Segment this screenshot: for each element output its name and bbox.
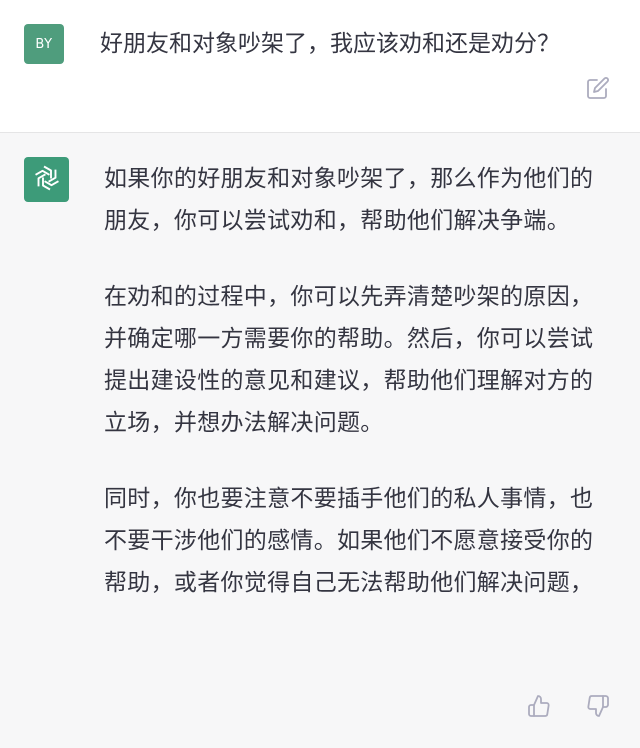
- user-message-row: BY 好朋友和对象吵架了，我应该劝和还是劝分？: [0, 0, 640, 133]
- assistant-paragraph: 同时，你也要注意不要插手他们的私人事情，也不要干涉他们的感情。如果他们不愿意接受…: [104, 486, 594, 596]
- assistant-avatar: [24, 157, 69, 202]
- thumbs-up-button[interactable]: [524, 693, 554, 723]
- thumbs-up-icon: [527, 694, 551, 722]
- assistant-paragraph: 在劝和的过程中，你可以先弄清楚吵架的原因，并确定哪一方需要你的帮助。然后，你可以…: [104, 284, 594, 436]
- thumbs-down-icon: [586, 694, 610, 722]
- assistant-paragraph: 如果你的好朋友和对象吵架了，那么作为他们的朋友，你可以尝试劝和，帮助他们解决争端…: [104, 166, 594, 234]
- user-message-text: 好朋友和对象吵架了，我应该劝和还是劝分？: [100, 31, 560, 57]
- edit-message-button[interactable]: [584, 76, 612, 104]
- openai-logo-icon: [32, 163, 62, 197]
- assistant-message-text: 如果你的好朋友和对象吵架了，那么作为他们的朋友，你可以尝试劝和，帮助他们解决争端…: [104, 158, 604, 638]
- assistant-message-row: 如果你的好朋友和对象吵架了，那么作为他们的朋友，你可以尝试劝和，帮助他们解决争端…: [0, 133, 640, 748]
- edit-icon: [586, 76, 610, 104]
- thumbs-down-button[interactable]: [583, 693, 613, 723]
- user-avatar: BY: [24, 24, 64, 64]
